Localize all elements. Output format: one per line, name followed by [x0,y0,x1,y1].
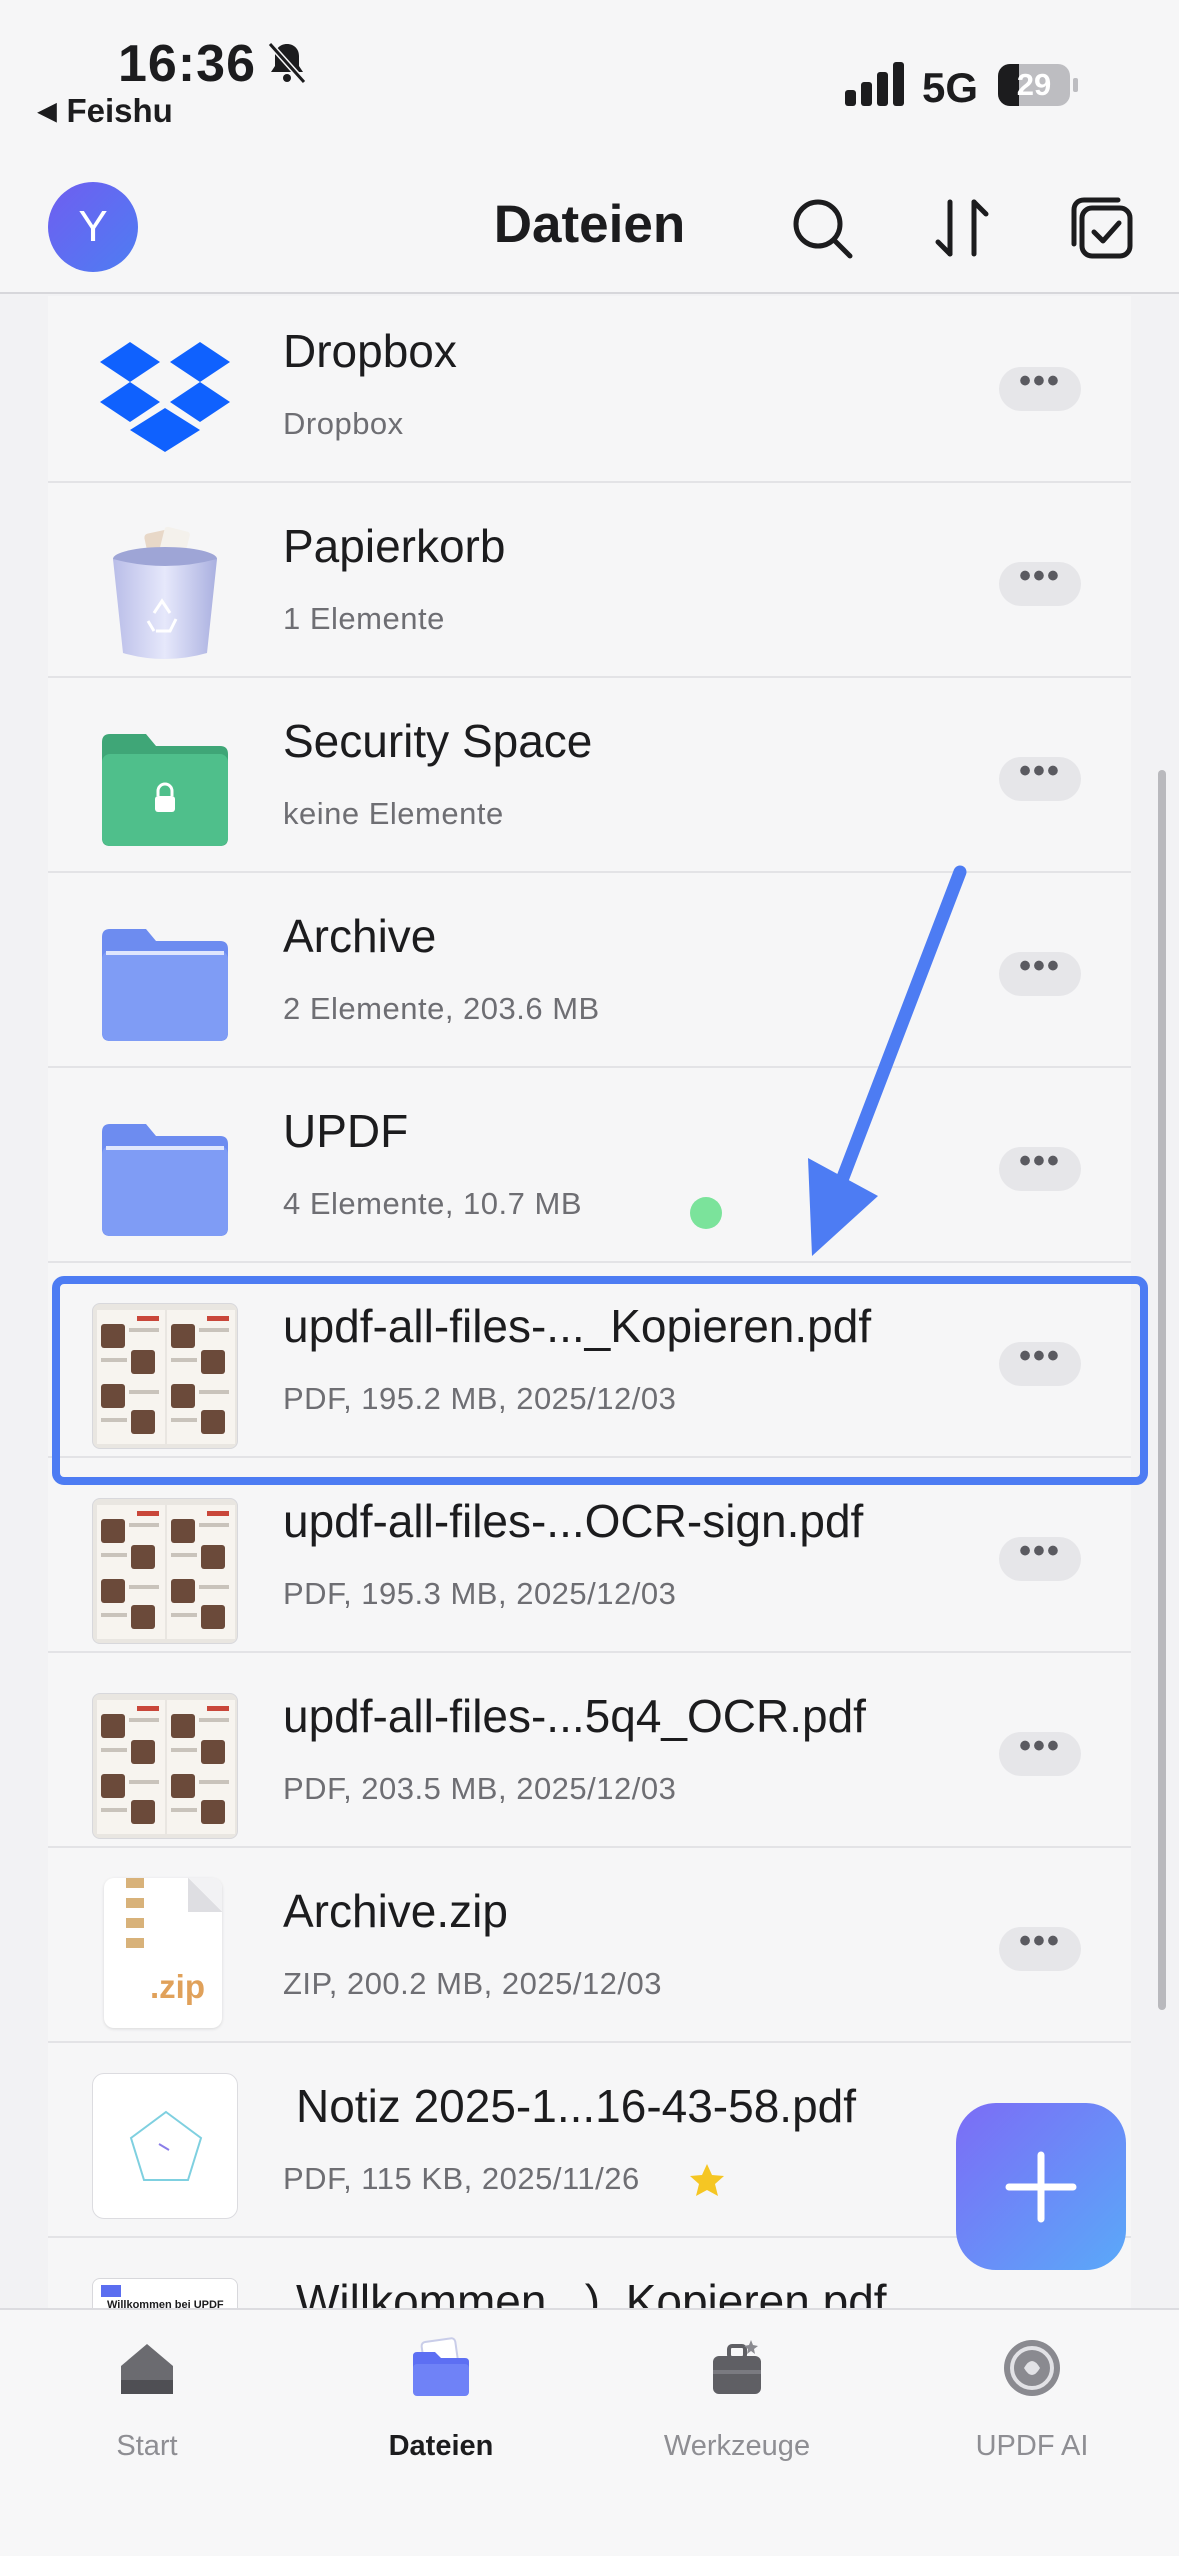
app-header: Y Dateien [0,160,1179,294]
zip-file-icon: .zip [104,1878,222,2028]
sort-button[interactable] [924,190,1000,266]
back-to-app-link[interactable]: ◀ Feishu [38,92,173,130]
tab-bar: Start Dateien Werkzeuge UPDF AI [0,2308,1179,2556]
item-title: Security Space [283,715,593,767]
pdf-thumbnail [92,1303,238,1449]
list-item[interactable]: updf-all-files-...5q4_OCR.pdf PDF, 203.5… [48,1653,1131,1848]
item-subtitle: PDF, 195.2 MB, 2025/12/03 [283,1381,677,1416]
item-subtitle: PDF, 115 KB, 2025/11/26 [283,2161,640,2196]
list-item[interactable]: Archive 2 Elemente, 203.6 MB ••• [48,873,1131,1068]
home-icon [121,2344,173,2394]
network-type: 5G [922,64,979,111]
zip-extension-label: .zip [150,1968,205,2005]
sort-icon [935,199,989,257]
item-title: Archive [283,910,437,962]
updf-mini-logo [101,2285,121,2297]
battery-level: 29 [1016,67,1052,102]
more-options-button[interactable]: ••• [999,1729,1081,1776]
item-subtitle: ZIP, 200.2 MB, 2025/12/03 [283,1966,663,2001]
more-options-button[interactable]: ••• [999,1534,1081,1581]
note-thumbnail [92,2073,238,2219]
tab-label: Dateien [388,2430,494,2462]
list-item[interactable]: UPDF 4 Elemente, 10.7 MB ••• [48,1068,1131,1263]
tab-label: Start [116,2430,178,2462]
pdf-thumbnail: Willkommen bei UPDF [92,2278,238,2308]
plus-icon [1005,2151,1077,2223]
battery-indicator: 29 [998,64,1078,106]
list-item[interactable]: Papierkorb 1 Elemente ••• [48,483,1131,678]
item-subtitle: Dropbox [283,406,404,441]
tab-dateien[interactable]: Dateien [294,2310,588,2490]
item-subtitle: 4 Elemente, 10.7 MB [283,1186,582,1221]
file-list[interactable]: Dropbox Dropbox ••• Papierkorb 1 Element… [48,296,1131,2308]
thumbnail-heading: Willkommen bei UPDF [107,2299,224,2308]
cellular-signal-icon [845,62,904,106]
item-title: Archive.zip [283,1885,508,1937]
item-title: UPDF [283,1105,409,1157]
ai-icon [1004,2340,1060,2396]
item-title: Willkommen...)_Kopieren.pdf [296,2275,887,2308]
toolbox-icon [713,2340,761,2394]
files-icon [413,2337,469,2396]
battery-body: 29 [998,64,1070,106]
tab-label: Werkzeuge [663,2430,811,2462]
search-button[interactable] [784,190,860,266]
item-title: updf-all-files-...5q4_OCR.pdf [283,1690,866,1742]
item-title: Dropbox [283,325,457,377]
more-options-button[interactable]: ••• [999,1144,1081,1191]
multi-select-icon [1071,197,1133,259]
item-title: Notiz 2025-1...16-43-58.pdf [296,2080,857,2132]
list-item[interactable]: Dropbox Dropbox ••• [48,296,1131,483]
more-options-button[interactable]: ••• [999,1924,1081,1971]
item-subtitle: PDF, 195.3 MB, 2025/12/03 [283,1576,677,1611]
folder-icon [102,929,228,1041]
item-subtitle: keine Elemente [283,796,504,831]
tab-updf-ai[interactable]: UPDF AI [885,2310,1179,2490]
search-icon [793,199,853,259]
dropbox-icon [100,342,230,452]
avatar[interactable]: Y [48,182,138,272]
more-options-button[interactable]: ••• [999,949,1081,996]
star-icon [690,2164,724,2196]
tab-werkzeuge[interactable]: Werkzeuge [590,2310,884,2490]
list-item[interactable]: updf-all-files-...OCR-sign.pdf PDF, 195.… [48,1458,1131,1653]
page-title: Dateien [493,195,686,254]
zip-teeth [126,1878,144,1956]
tab-start[interactable]: Start [0,2310,294,2490]
status-bar: 16:36 ◀ Feishu 5G 29 [0,0,1179,160]
item-subtitle: 1 Elemente [283,601,445,636]
select-button[interactable] [1064,190,1140,266]
back-triangle-icon: ◀ [38,98,57,125]
status-time: 16:36 [118,35,256,93]
sync-status-dot [690,1197,722,1229]
pdf-thumbnail [92,1693,238,1839]
locked-folder-icon [102,734,228,846]
tab-label: UPDF AI [975,2430,1089,2462]
list-item[interactable]: .zip Archive.zip ZIP, 200.2 MB, 2025/12/… [48,1848,1131,2043]
item-subtitle: 2 Elemente, 203.6 MB [283,991,600,1026]
battery-nub [1073,78,1078,92]
more-options-button[interactable]: ••• [999,754,1081,801]
item-title: updf-all-files-..._Kopieren.pdf [283,1300,872,1352]
add-button[interactable] [956,2103,1126,2270]
trash-bin-icon [113,526,217,659]
pentagon-sketch-icon [129,2110,203,2181]
back-app-label: Feishu [66,92,173,129]
item-title: updf-all-files-...OCR-sign.pdf [283,1495,864,1547]
scrollbar[interactable] [1158,770,1166,2010]
pdf-thumbnail [92,1498,238,1644]
more-options-button[interactable]: ••• [999,1339,1081,1386]
item-subtitle: PDF, 203.5 MB, 2025/12/03 [283,1771,677,1806]
more-options-button[interactable]: ••• [999,559,1081,606]
more-options-button[interactable]: ••• [999,364,1081,411]
item-title: Papierkorb [283,520,506,572]
bell-muted-icon [267,41,307,85]
list-item[interactable]: Security Space keine Elemente ••• [48,678,1131,873]
list-item[interactable]: updf-all-files-..._Kopieren.pdf PDF, 195… [48,1263,1131,1458]
zip-fold [188,1878,222,1912]
folder-icon [102,1124,228,1236]
